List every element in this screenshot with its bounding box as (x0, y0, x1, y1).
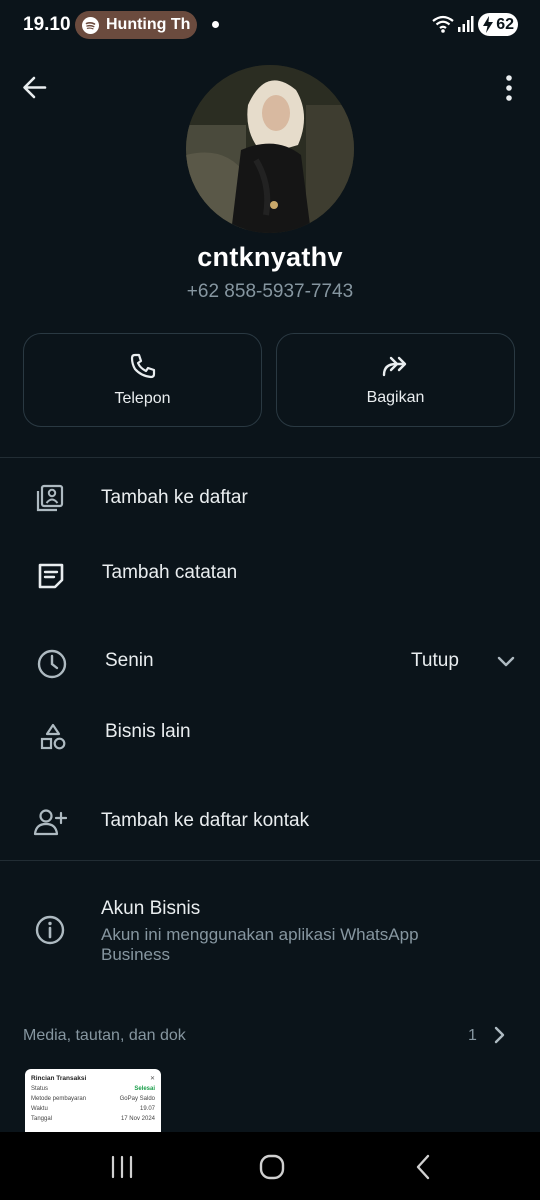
chevron-right-icon (494, 1026, 505, 1044)
now-playing-title: Hunting Th (106, 16, 191, 33)
section-divider-2 (0, 860, 540, 861)
other-business-label: Bisnis lain (105, 721, 191, 742)
thumb-line: Tanggal 17 Nov 2024 (25, 1114, 161, 1124)
back-nav-icon[interactable] (414, 1154, 432, 1180)
share-button-label: Bagikan (366, 389, 425, 406)
profile-avatar[interactable] (186, 65, 354, 233)
more-vertical-icon[interactable] (502, 74, 516, 102)
signal-icon (458, 16, 474, 32)
thumb-line: Status Selesai (25, 1084, 161, 1094)
thumb-line: Metode pembayaran GoPay Saldo (25, 1094, 161, 1104)
recent-apps-icon[interactable] (110, 1155, 134, 1179)
status-time: 19.10 (23, 14, 71, 35)
call-button-label: Telepon (114, 390, 171, 407)
media-count: 1 (468, 1027, 477, 1044)
contact-list-icon (33, 481, 67, 515)
add-note-label: Tambah catatan (102, 562, 238, 583)
note-icon (34, 559, 68, 593)
home-icon[interactable] (259, 1154, 285, 1180)
arrow-left-icon[interactable] (22, 75, 47, 100)
business-account-label: Akun Bisnis (101, 898, 201, 919)
thumb-close-icon: ✕ (149, 1076, 155, 1082)
wifi-icon (432, 15, 454, 33)
media-section-label: Media, tautan, dan dok (23, 1027, 186, 1044)
thumb-line-value: Selesai (134, 1086, 155, 1092)
other-business-row[interactable] (0, 705, 540, 763)
add-note-row[interactable] (0, 545, 540, 603)
spotify-icon (82, 16, 99, 34)
info-icon (33, 913, 67, 947)
add-contact-label: Tambah ke daftar kontak (101, 810, 310, 831)
section-divider (0, 457, 540, 458)
thumb-line-key: Waktu (31, 1106, 48, 1112)
share-icon (382, 356, 406, 377)
avatar-photo (186, 65, 354, 233)
thumb-line-key: Tanggal (31, 1116, 53, 1122)
add-person-icon (33, 805, 67, 839)
phone-icon (130, 353, 155, 379)
media-thumbnail[interactable]: Rincian Transaksi ✕ Status Selesai Metod… (25, 1069, 161, 1139)
share-button[interactable]: Bagikan (276, 333, 515, 427)
business-account-desc: Akun ini menggunakan aplikasi WhatsApp B… (101, 925, 419, 964)
add-to-list-row[interactable] (0, 470, 540, 528)
now-playing-pill[interactable]: Hunting Th (75, 11, 197, 39)
thumb-line-value: 17 Nov 2024 (120, 1116, 155, 1122)
notification-dot (212, 21, 219, 28)
clock-icon (35, 647, 69, 681)
thumb-line-value: GoPay Saldo (119, 1096, 155, 1102)
thumb-line-key: Metode pembayaran (31, 1096, 87, 1102)
contact-phone: +62 858-5937-7743 (186, 281, 354, 302)
shapes-icon (36, 720, 70, 754)
add-to-list-label: Tambah ke daftar (101, 487, 248, 508)
hours-day-label: Senin (105, 650, 154, 671)
thumb-line-key: Status (31, 1086, 49, 1092)
hours-status-label: Tutup (411, 650, 459, 671)
business-hours-row[interactable] (0, 632, 540, 692)
contact-name: cntknyathv (197, 242, 343, 272)
chevron-down-icon[interactable] (496, 654, 516, 668)
thumb-line: Waktu 19.07 (25, 1104, 161, 1114)
thumb-title: Rincian Transaksi (31, 1075, 87, 1082)
thumb-line-value: 19.07 (139, 1106, 155, 1112)
battery-icon: 62 (478, 13, 518, 36)
battery-level: 62 (496, 15, 514, 33)
call-button[interactable]: Telepon (23, 333, 262, 427)
